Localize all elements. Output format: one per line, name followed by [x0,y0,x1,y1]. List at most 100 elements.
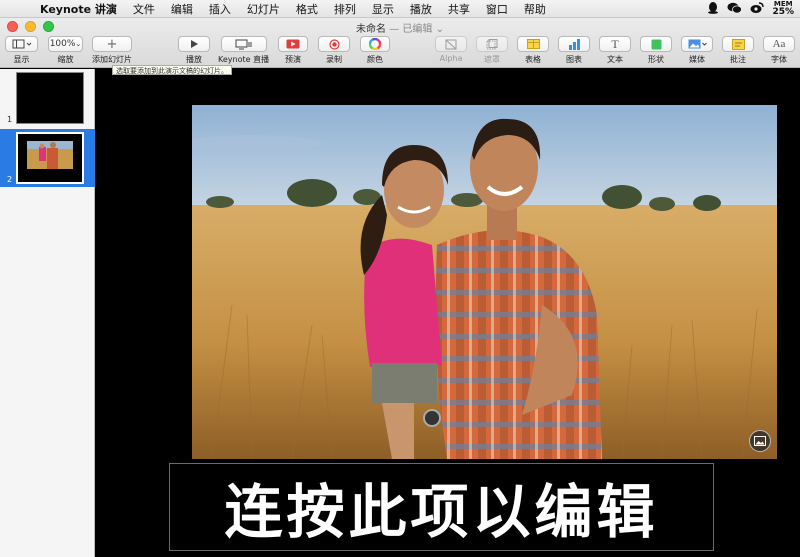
slide-thumbnail[interactable] [16,132,84,184]
alpha-control[interactable]: Alpha [435,36,467,63]
document-name: 未命名 [356,24,387,35]
alpha-label: Alpha [439,54,463,63]
chart-control[interactable]: 图表 [558,36,590,65]
plus-icon: + [106,36,118,52]
image-icon [754,436,766,446]
menu-share[interactable]: 共享 [440,1,478,17]
document-title[interactable]: 未命名 — 已编辑 ⌄ [0,20,800,35]
qq-icon[interactable] [707,1,719,17]
table-label: 表格 [525,55,541,64]
table-icon [526,39,540,49]
slide-canvas[interactable]: 连按此项以编辑 [96,69,800,557]
font-control[interactable]: Aa 字体 [763,36,795,65]
shape-button[interactable] [640,36,672,52]
mask-icon [486,38,498,49]
menu-slide[interactable]: 幻灯片 [239,1,288,17]
comment-control[interactable]: 批注 [722,36,754,65]
menu-file[interactable]: 文件 [125,1,163,17]
rehearse-button[interactable] [278,36,308,52]
menu-bar: Keynote 讲演 文件 编辑 插入 幻灯片 格式 排列 显示 播放 共享 窗… [0,0,800,18]
slide-number: 1 [7,115,13,124]
play-control[interactable]: 播放 [178,36,210,65]
mask-button[interactable] [476,36,508,52]
menu-help[interactable]: 帮助 [516,1,554,17]
shape-control[interactable]: 形状 [640,36,672,65]
placeholder-text: 连按此项以编辑 [224,478,659,546]
menu-window[interactable]: 窗口 [478,1,516,17]
font-icon: Aa [772,38,786,50]
media-control[interactable]: 媒体 [681,36,713,65]
slide-thumbnail-row-selected[interactable]: 2 [0,129,95,187]
text-control[interactable]: T 文本 [599,36,631,65]
slide-text-placeholder[interactable]: 连按此项以编辑 [169,463,714,551]
memory-indicator[interactable]: MEM 25% [772,1,794,17]
keynote-live-label: Keynote 直播 [218,55,270,64]
record-icon [328,38,340,50]
alpha-button[interactable] [435,36,467,52]
menu-insert[interactable]: 插入 [201,1,239,17]
mask-control[interactable]: 遮罩 [476,36,508,65]
weibo-icon[interactable] [750,1,765,17]
menu-view[interactable]: 显示 [364,1,402,17]
slide-photo[interactable] [192,105,777,459]
zoom-label: 缩放 [57,55,74,64]
keynote-live-control[interactable]: Keynote 直播 [218,36,269,65]
thumbnail-photo [27,141,73,169]
text-label: 文本 [607,55,623,64]
colors-button[interactable] [360,36,390,52]
play-icon [191,40,198,48]
font-button[interactable]: Aa [763,36,795,52]
menu-app[interactable]: Keynote 讲演 [36,1,125,17]
keynote-live-button[interactable] [220,36,267,52]
chart-label: 图表 [566,55,582,64]
media-icon [688,39,707,49]
add-slide-button[interactable]: + [92,36,132,52]
shape-label: 形状 [648,55,664,64]
record-button[interactable] [318,36,350,52]
slide-thumbnail-row[interactable]: 1 [0,69,95,127]
color-wheel-icon [369,38,381,50]
text-icon: T [611,36,619,51]
wechat-icon[interactable] [727,2,743,17]
memory-value: 25% [772,7,794,17]
comment-label: 批注 [730,55,746,64]
record-control[interactable]: 录制 [318,36,350,65]
monitor-icon [235,39,252,49]
font-label: 字体 [771,55,787,64]
document-status: — 已编辑 [389,24,433,35]
slide-number: 2 [7,175,13,184]
media-label: 媒体 [689,55,705,64]
menu-play[interactable]: 播放 [402,1,440,17]
media-button[interactable] [681,36,713,52]
add-slide-control[interactable]: + 添加幻灯片 [92,36,132,65]
menu-arrange[interactable]: 排列 [326,1,364,17]
add-slide-tooltip: 选取要添加到此演示文稿的幻灯片。 [112,65,232,75]
rehearse-icon [286,39,300,49]
chevron-down-icon: ⌄ [435,24,444,35]
comment-button[interactable] [722,36,754,52]
rehearse-label: 预演 [285,55,301,64]
add-slide-label: 添加幻灯片 [92,55,132,64]
zoom-control[interactable]: 100% ⌄ 缩放 [48,36,83,65]
table-control[interactable]: 表格 [517,36,549,65]
view-control[interactable]: 显示 [5,36,38,65]
mask-label: 遮罩 [484,55,500,64]
replace-image-button[interactable] [749,430,771,452]
record-label: 录制 [326,55,342,64]
view-button[interactable] [5,36,38,52]
menu-format[interactable]: 格式 [288,1,326,17]
colors-control[interactable]: 颜色 [360,36,390,65]
menu-edit[interactable]: 编辑 [163,1,201,17]
sidebar-view-icon [12,39,31,49]
family-photo-image [192,105,777,459]
slide-navigator: 1 2 [0,69,95,557]
table-button[interactable] [517,36,549,52]
rehearse-control[interactable]: 预演 [278,36,308,65]
chart-icon [568,38,580,50]
zoom-select[interactable]: 100% ⌄ [48,36,83,52]
play-button[interactable] [178,36,210,52]
slide-thumbnail[interactable] [16,72,84,124]
zoom-value: 100% [49,39,76,49]
text-button[interactable]: T [599,36,631,52]
chart-button[interactable] [558,36,590,52]
